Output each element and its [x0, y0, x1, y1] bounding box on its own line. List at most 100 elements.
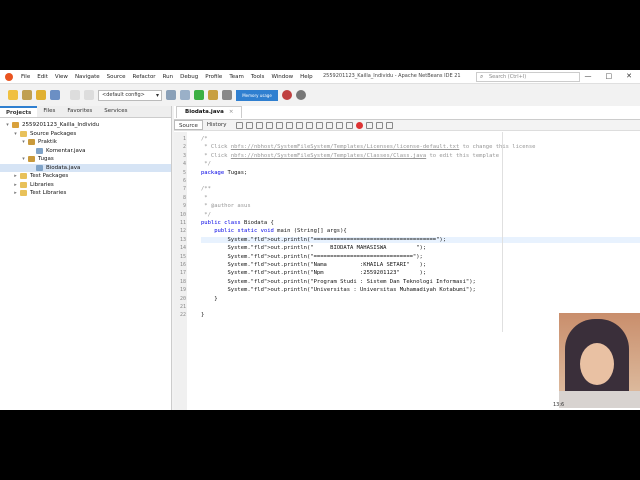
gc-icon[interactable]: [282, 90, 292, 100]
maximize-button[interactable]: □: [606, 72, 613, 80]
tab-history[interactable]: History: [203, 120, 231, 130]
settings-icon[interactable]: [296, 90, 306, 100]
shift-left-icon[interactable]: [306, 121, 314, 129]
tree-item[interactable]: ▸ Libraries: [0, 181, 171, 190]
open-project-icon[interactable]: [36, 90, 46, 100]
code-line[interactable]: }: [201, 296, 217, 302]
expand-toggle-icon[interactable]: ▾: [4, 122, 11, 128]
code-line[interactable]: * Click nbfs://nbhost/SystemFileSystem/T…: [201, 153, 499, 159]
back-icon[interactable]: [236, 121, 244, 129]
close-button[interactable]: ✕: [626, 72, 632, 80]
menu-run[interactable]: Run: [163, 74, 174, 80]
menu-help[interactable]: Help: [300, 74, 313, 80]
tab-files[interactable]: Files: [37, 106, 61, 117]
clean-build-icon[interactable]: [180, 90, 190, 100]
tree-item[interactable]: ▸ Test Packages: [0, 172, 171, 181]
code-line[interactable]: System."fld">out.println("Universitas : …: [201, 287, 475, 293]
tab-source[interactable]: Source: [174, 120, 203, 130]
tree-item-label: Biodata.java: [46, 164, 81, 171]
code-line[interactable]: package Tugas;: [201, 170, 247, 176]
build-icon[interactable]: [166, 90, 176, 100]
config-dropdown[interactable]: <default config>: [98, 89, 162, 101]
code-line[interactable]: public class Biodata {: [201, 220, 274, 226]
find-prev-icon[interactable]: [266, 121, 274, 129]
code-line[interactable]: *: [201, 195, 207, 201]
code-line[interactable]: */: [201, 212, 211, 218]
prev-bookmark-icon[interactable]: [336, 121, 344, 129]
find-icon[interactable]: [256, 121, 264, 129]
tree-item[interactable]: ▾ 2559201123_Kailla_Individu: [0, 121, 171, 130]
profile-icon[interactable]: [222, 90, 232, 100]
next-bookmark-icon[interactable]: [346, 121, 354, 129]
expand-toggle-icon[interactable]: ▸: [12, 182, 19, 188]
line-number: 22: [179, 312, 186, 319]
menu-window[interactable]: Window: [271, 74, 293, 80]
toggle-highlight-icon[interactable]: [286, 121, 294, 129]
tree-item[interactable]: Komentar.java: [0, 147, 171, 156]
tab-favorites[interactable]: Favorites: [61, 106, 98, 117]
code-line[interactable]: System."fld">out.println("Nama :KHAILA S…: [201, 262, 426, 268]
new-project-icon[interactable]: [22, 90, 32, 100]
menu-edit[interactable]: Edit: [37, 74, 48, 80]
run-icon[interactable]: [194, 90, 204, 100]
toggle-bookmark-icon[interactable]: [326, 121, 334, 129]
tree-item[interactable]: Biodata.java: [0, 163, 171, 172]
code-line[interactable]: /*: [201, 136, 208, 142]
undo-icon[interactable]: [70, 90, 80, 100]
tree-item[interactable]: ▾ Tugas: [0, 155, 171, 164]
tree-item-label: Libraries: [30, 181, 54, 188]
code-line[interactable]: * @author asus: [201, 203, 250, 209]
folder-icon: [20, 130, 27, 137]
tree-item-label: Tugas: [38, 156, 54, 163]
find-next-icon[interactable]: [276, 121, 284, 129]
expand-toggle-icon[interactable]: ▾: [12, 131, 19, 137]
code-line[interactable]: System."fld">out.println(" BIODATA MAHAS…: [201, 245, 426, 251]
menu-view[interactable]: View: [55, 74, 68, 80]
tab-services[interactable]: Services: [98, 106, 133, 117]
save-all-icon[interactable]: [50, 90, 60, 100]
expand-toggle-icon[interactable]: ▸: [12, 190, 19, 196]
tree-item[interactable]: ▾ Source Packages: [0, 130, 171, 139]
minimize-button[interactable]: —: [585, 72, 592, 80]
redo-icon[interactable]: [84, 90, 94, 100]
menu-tools[interactable]: Tools: [251, 74, 265, 80]
code-line[interactable]: System."fld">out.println("Program Studi …: [201, 279, 475, 285]
expand-toggle-icon[interactable]: ▾: [20, 139, 27, 145]
uncomment-icon[interactable]: [386, 121, 394, 129]
code-line[interactable]: System."fld">out.println("==============…: [201, 254, 422, 260]
menu-refactor[interactable]: Refactor: [133, 74, 156, 80]
menu-team[interactable]: Team: [229, 74, 244, 80]
stop-macro-icon[interactable]: [366, 121, 374, 129]
menu-debug[interactable]: Debug: [180, 74, 198, 80]
menu-navigate[interactable]: Navigate: [75, 74, 100, 80]
tree-item[interactable]: ▸ Test Libraries: [0, 189, 171, 198]
expand-toggle-icon[interactable]: ▸: [12, 173, 19, 179]
line-number: 19: [179, 287, 186, 294]
menu-source[interactable]: Source: [107, 74, 126, 80]
code-line[interactable]: System."fld">out.println("==============…: [201, 236, 640, 243]
code-line[interactable]: * Click nbfs://nbhost/SystemFileSystem/T…: [201, 144, 535, 150]
code-line[interactable]: System."fld">out.println("Npm :255920112…: [201, 270, 426, 276]
projects-tabs: Projects Files Favorites Services: [0, 106, 171, 118]
code-line[interactable]: public static void main (String[] args){: [201, 228, 346, 234]
toggle-select-icon[interactable]: [296, 121, 304, 129]
comment-icon[interactable]: [376, 121, 384, 129]
code-line[interactable]: /**: [201, 186, 211, 192]
record-macro-icon[interactable]: [356, 121, 364, 129]
menu-file[interactable]: File: [21, 74, 30, 80]
menu-profile[interactable]: Profile: [205, 74, 222, 80]
debug-icon[interactable]: [208, 90, 218, 100]
code-line[interactable]: }: [201, 312, 204, 318]
code-line[interactable]: */: [201, 161, 211, 167]
tree-item[interactable]: ▾ Praktik: [0, 138, 171, 147]
file-tab[interactable]: Biodata.java ×: [176, 106, 243, 118]
tab-projects[interactable]: Projects: [0, 106, 38, 117]
expand-toggle-icon[interactable]: ▾: [20, 156, 27, 162]
forward-icon[interactable]: [246, 121, 254, 129]
shift-right-icon[interactable]: [316, 121, 324, 129]
new-file-icon[interactable]: [8, 90, 18, 100]
tree-item-label: Praktik: [38, 139, 57, 146]
search-input[interactable]: ⌕ Search (Ctrl+I): [476, 72, 580, 82]
memory-usage-bar[interactable]: Memory usage: [236, 89, 278, 101]
close-tab-icon[interactable]: ×: [229, 109, 234, 115]
